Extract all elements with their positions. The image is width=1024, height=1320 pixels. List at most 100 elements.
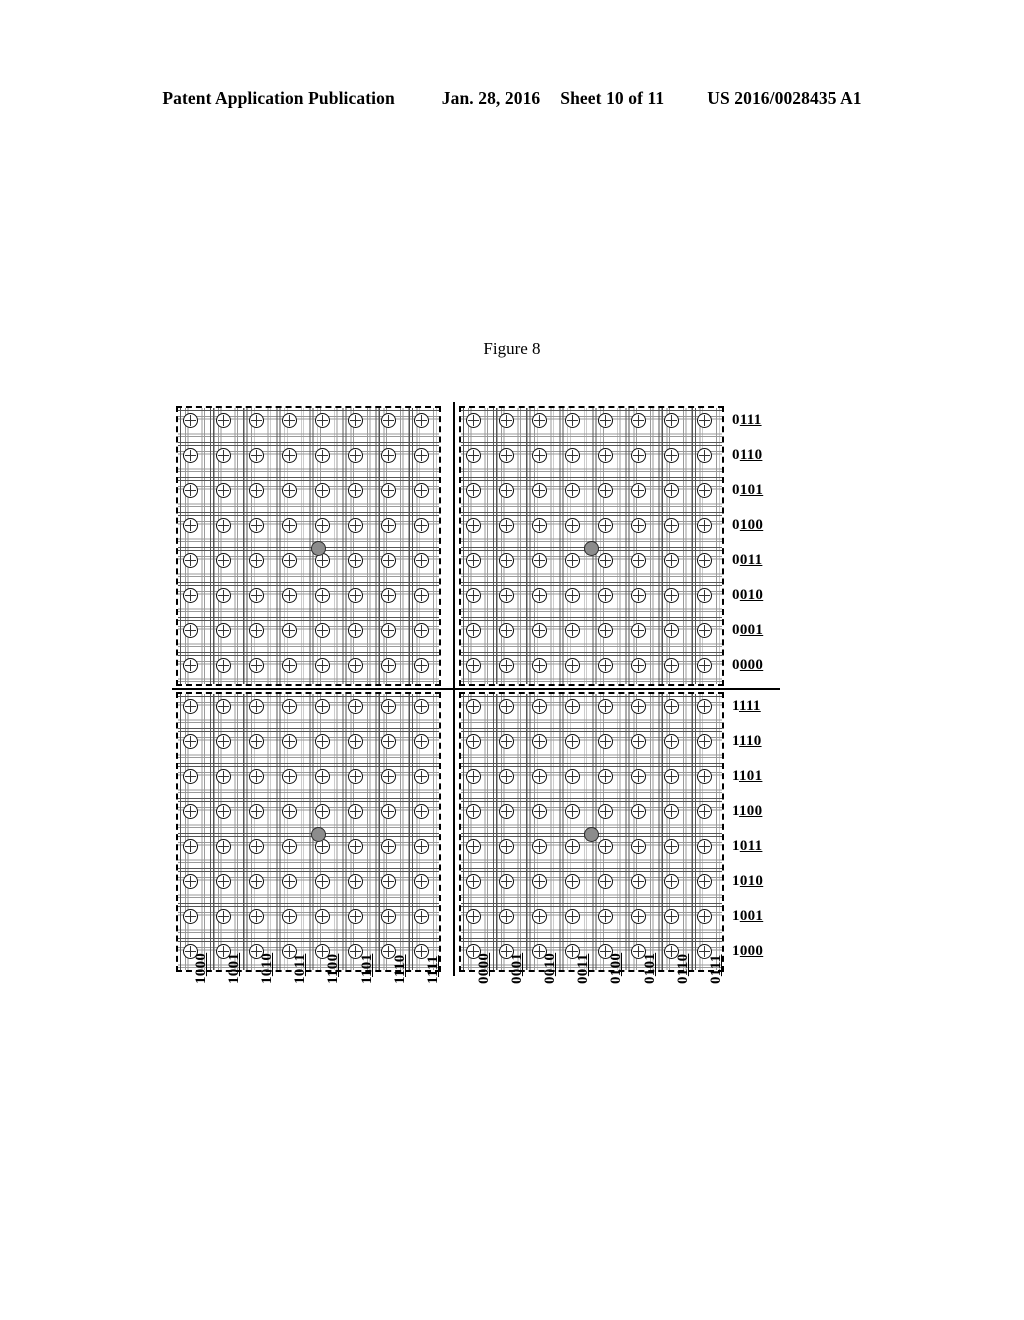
grid-node: [564, 553, 580, 568]
column-label: 1011: [292, 953, 309, 984]
grid-node: [531, 839, 547, 854]
row-label: 0110: [732, 446, 763, 463]
grid-node: [381, 553, 397, 568]
grid-node: [597, 658, 613, 673]
grid-node: [498, 553, 514, 568]
grid-node: [348, 623, 363, 638]
grid-node: [498, 623, 514, 638]
grid-node: [348, 839, 363, 854]
grid-node: [465, 518, 481, 533]
grid-node: [182, 588, 198, 603]
column-label: 1101: [358, 953, 375, 984]
grid-node: [631, 483, 646, 498]
grid-node: [281, 448, 297, 463]
grid-node: [348, 518, 363, 533]
grid-node: [381, 658, 397, 673]
grid-node: [215, 413, 231, 428]
grid-node: [498, 518, 514, 533]
grid-node: [314, 483, 330, 498]
grid-node: [182, 804, 198, 819]
grid-node: [564, 483, 580, 498]
column-label: 0111: [707, 954, 724, 984]
grid-node: [531, 588, 547, 603]
grid-node: [381, 769, 397, 784]
grid-node: [631, 699, 646, 714]
grid-node: [314, 699, 330, 714]
grid-node: [664, 483, 680, 498]
grid-node: [531, 413, 547, 428]
grid-node: [597, 553, 613, 568]
grid-node: [631, 839, 646, 854]
header-sheet: Sheet 10 of 11: [560, 88, 665, 108]
grid-layers: [178, 408, 439, 684]
grid-node: [597, 804, 613, 819]
grid-node: [664, 413, 680, 428]
grid-node: [531, 483, 547, 498]
row-label: 1111: [732, 697, 761, 714]
column-label: 0110: [674, 953, 691, 984]
grid-node: [314, 623, 330, 638]
row-label: 0111: [732, 411, 762, 428]
grid-node: [631, 804, 646, 819]
grid-node: [381, 413, 397, 428]
grid-node: [281, 518, 297, 533]
grid-node: [248, 874, 264, 889]
row-label: 1010: [732, 872, 764, 889]
grid-node: [664, 518, 680, 533]
grid-node: [215, 769, 231, 784]
column-label: 1111: [424, 955, 441, 984]
row-label: 1001: [732, 907, 764, 924]
grid-node: [314, 518, 330, 533]
grid-node: [348, 658, 363, 673]
grid-node: [631, 413, 646, 428]
grid-node: [182, 658, 198, 673]
grid-node: [182, 413, 198, 428]
grid-node: [381, 839, 397, 854]
grid-node: [498, 658, 514, 673]
grid-node: [281, 413, 297, 428]
grid-node: [314, 448, 330, 463]
grid-node: [215, 874, 231, 889]
grid-node: [215, 734, 231, 749]
grid-node: [465, 839, 481, 854]
grid-node: [564, 413, 580, 428]
grid-node: [465, 483, 481, 498]
grid-node: [564, 734, 580, 749]
grid-node: [381, 734, 397, 749]
grid-major-lines: [178, 408, 439, 684]
grid-node: [531, 804, 547, 819]
grid-node: [664, 588, 680, 603]
grid-node: [631, 658, 646, 673]
grid-node: [215, 518, 231, 533]
grid-node: [631, 588, 646, 603]
figure-caption: Figure 8: [483, 339, 541, 358]
grid-node: [182, 874, 198, 889]
grid-node: [498, 448, 514, 463]
grid-node: [182, 483, 198, 498]
grid-node: [564, 769, 580, 784]
grid-node: [465, 658, 481, 673]
grid-node: [281, 553, 297, 568]
column-label: 0001: [509, 952, 526, 984]
grid-node: [348, 448, 363, 463]
row-label: 0101: [732, 481, 764, 498]
grid-node: [314, 769, 330, 784]
column-label: 0011: [575, 953, 592, 984]
grid-node: [465, 413, 481, 428]
grid-node: [564, 804, 580, 819]
marker-dot: [311, 540, 326, 556]
column-label: 1001: [226, 952, 243, 984]
row-label: 1101: [732, 767, 763, 784]
grid-node: [248, 658, 264, 673]
column-label: 0000: [476, 952, 492, 984]
grid-node: [597, 413, 613, 428]
grid-node: [182, 699, 198, 714]
grid-node: [664, 769, 680, 784]
grid-node: [664, 448, 680, 463]
grid-node: [182, 553, 198, 568]
grid-node: [498, 839, 514, 854]
grid-node: [281, 769, 297, 784]
column-label: 1000: [193, 952, 209, 984]
grid-node: [664, 804, 680, 819]
grid-node: [381, 804, 397, 819]
